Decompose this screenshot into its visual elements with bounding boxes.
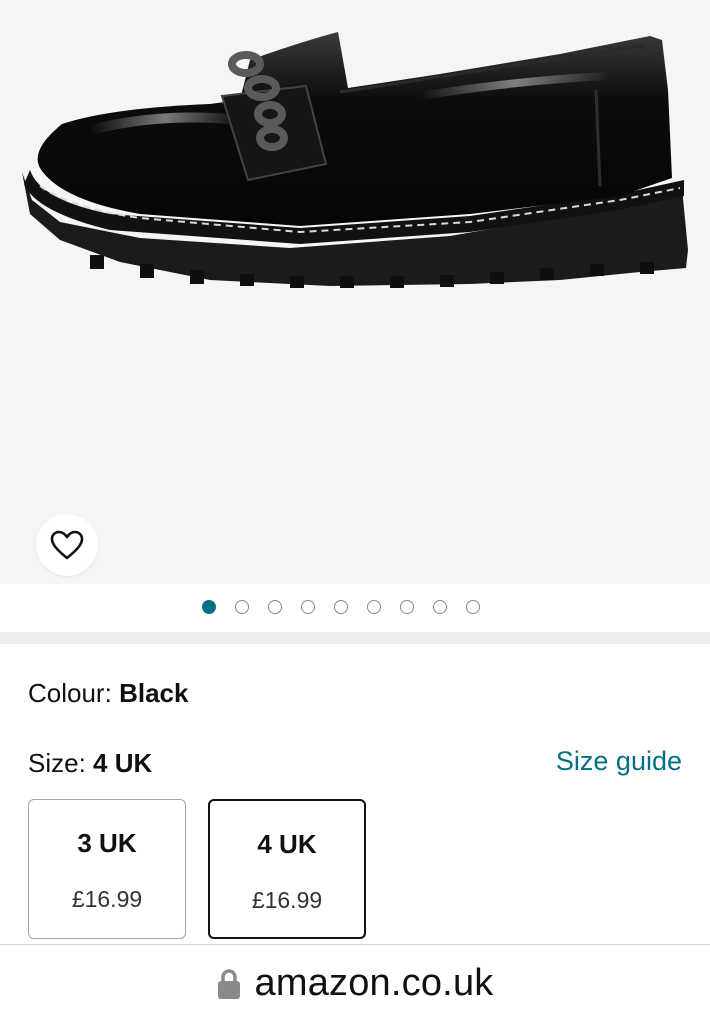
size-option-label: 4 UK (257, 829, 317, 859)
carousel-dot[interactable] (466, 600, 480, 614)
size-option-3uk[interactable]: 3 UK £16.99 (28, 799, 186, 939)
size-guide-link[interactable]: Size guide (556, 746, 682, 776)
carousel-dot[interactable] (400, 600, 414, 614)
heart-icon (50, 530, 84, 560)
carousel-dot[interactable] (367, 600, 381, 614)
url-display[interactable]: amazon.co.uk (0, 962, 710, 1005)
carousel-dot[interactable] (433, 600, 447, 614)
carousel-dot[interactable] (235, 600, 249, 614)
carousel-dot[interactable] (334, 600, 348, 614)
size-value: 4 UK (93, 748, 153, 778)
size-row: Size: 4 UK (28, 748, 152, 778)
colour-row: Colour: Black (28, 678, 188, 708)
wishlist-button[interactable] (36, 514, 98, 576)
carousel-dot[interactable] (268, 600, 282, 614)
size-option-4uk[interactable]: 4 UK £16.99 (208, 799, 366, 939)
carousel-dots (202, 600, 480, 614)
carousel-dot[interactable] (301, 600, 315, 614)
section-divider (0, 632, 710, 644)
product-image-area[interactable] (0, 0, 710, 584)
size-option-price: £16.99 (71, 886, 143, 912)
url-domain: amazon.co.uk (254, 962, 494, 1004)
carousel-dot[interactable] (202, 600, 216, 614)
size-label: Size: (28, 748, 86, 778)
loafer-shoe-image (22, 32, 688, 288)
lock-icon (217, 968, 240, 999)
size-option-price: £16.99 (251, 887, 323, 913)
colour-label: Colour: (28, 678, 112, 708)
size-option-label: 3 UK (77, 828, 137, 858)
colour-value: Black (119, 678, 189, 708)
